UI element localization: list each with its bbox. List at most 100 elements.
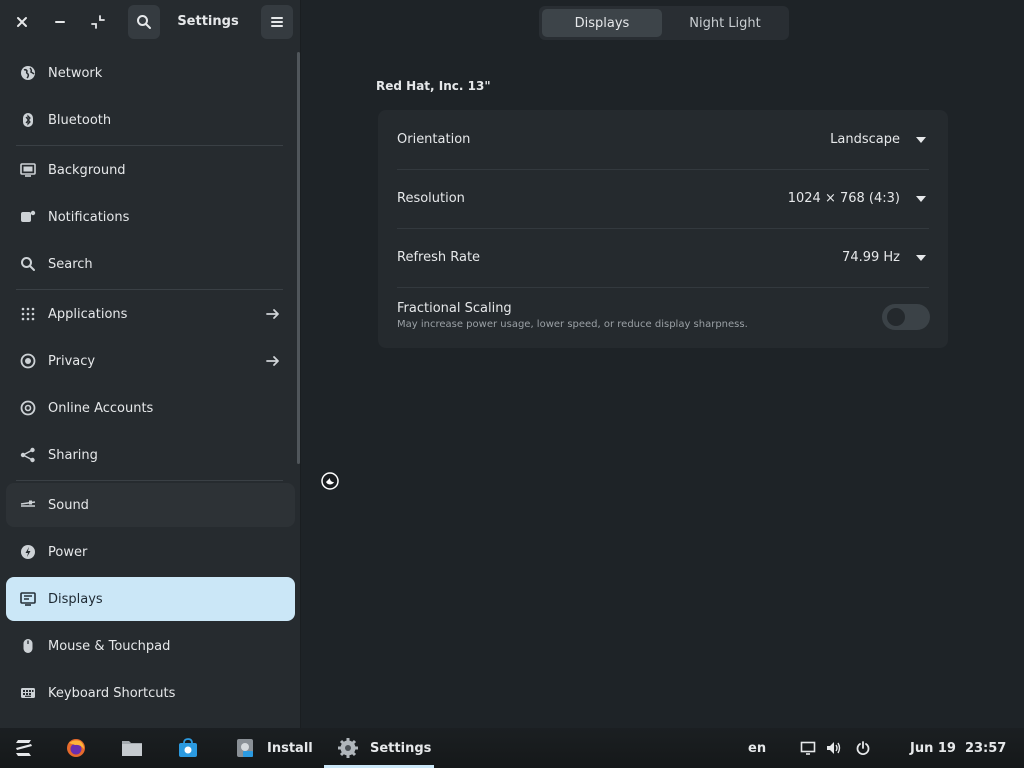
tab-displays[interactable]: Displays [542, 9, 662, 37]
fractional-scaling-toggle[interactable] [882, 304, 930, 330]
sidebar-title: Settings [177, 14, 239, 29]
sidebar-scrollbar[interactable] [297, 52, 300, 464]
resolution-value[interactable]: 1024 × 768 (4:3) [788, 191, 900, 206]
sidebar-item-bluetooth[interactable]: Bluetooth [6, 98, 295, 142]
applications-grid-icon [18, 304, 38, 324]
sidebar-item-displays[interactable]: Displays [6, 577, 295, 621]
refresh-rate-row[interactable]: Refresh Rate 74.99 Hz [378, 228, 948, 287]
settings-label: Settings [370, 740, 432, 756]
keyboard-layout-indicator[interactable]: en [748, 728, 766, 768]
sidebar-item-label: Mouse & Touchpad [48, 638, 171, 654]
background-icon [18, 160, 38, 180]
zorin-menu-button[interactable] [12, 728, 36, 768]
power-icon [18, 542, 38, 562]
installer-icon [233, 736, 257, 760]
privacy-icon [18, 351, 38, 371]
network-globe-icon [18, 63, 38, 83]
refresh-rate-value[interactable]: 74.99 Hz [842, 250, 900, 265]
fractional-scaling-row: Fractional Scaling May increase power us… [378, 287, 948, 348]
sharing-icon [18, 445, 38, 465]
files-icon [120, 736, 144, 760]
resolution-label: Resolution [397, 191, 465, 206]
power-tray-button[interactable] [851, 728, 875, 768]
sidebar-item-label: Background [48, 162, 126, 178]
fractional-scaling-label: Fractional Scaling [397, 301, 512, 316]
tab-night-light[interactable]: Night Light [664, 9, 786, 37]
bluetooth-icon [18, 110, 38, 130]
display-tray-button[interactable] [796, 728, 820, 768]
sidebar-item-label: Bluetooth [48, 112, 112, 128]
sidebar-item-mouse-touchpad[interactable]: Mouse & Touchpad [6, 624, 295, 668]
displays-icon [18, 589, 38, 609]
minimize-icon [55, 21, 65, 23]
screen-icon [796, 736, 820, 760]
sidebar-item-label: Displays [48, 591, 103, 607]
clock-date: Jun 19 [910, 740, 956, 756]
sidebar: Settings Network Bluetooth Background No… [0, 0, 301, 728]
search-icon [18, 254, 38, 274]
sidebar-item-label: Search [48, 256, 93, 272]
sound-icon [18, 495, 38, 515]
keyboard-icon [18, 683, 38, 703]
sidebar-item-keyboard-shortcuts[interactable]: Keyboard Shortcuts [6, 671, 295, 715]
search-button[interactable] [128, 5, 160, 39]
sidebar-divider [16, 289, 283, 290]
sidebar-item-label: Sound [48, 497, 89, 513]
toggle-knob [887, 308, 905, 326]
menu-button[interactable] [261, 5, 293, 39]
mouse-icon [18, 636, 38, 656]
zorin-menu-icon [12, 736, 36, 760]
install-label: Install [267, 740, 313, 756]
sidebar-item-label: Notifications [48, 209, 130, 225]
sidebar-item-background[interactable]: Background [6, 148, 295, 192]
sidebar-item-label: Online Accounts [48, 400, 154, 416]
monitor-name: Red Hat, Inc. 13" [376, 79, 491, 93]
orientation-label: Orientation [397, 132, 471, 147]
sidebar-divider [16, 480, 283, 481]
sidebar-item-power[interactable]: Power [6, 530, 295, 574]
displays-panel: Displays Night Light Red Hat, Inc. 13" O… [302, 0, 1024, 728]
clock[interactable]: Jun 19 23:57 [910, 728, 1006, 768]
firefox-launcher[interactable] [64, 728, 88, 768]
software-store-launcher[interactable] [176, 728, 200, 768]
notifications-icon [18, 207, 38, 227]
volume-tray-button[interactable] [822, 728, 846, 768]
resolution-row[interactable]: Resolution 1024 × 768 (4:3) [378, 169, 948, 228]
sidebar-item-label: Privacy [48, 353, 96, 369]
software-store-icon [176, 736, 200, 760]
sidebar-item-notifications[interactable]: Notifications [6, 195, 295, 239]
sidebar-item-online-accounts[interactable]: Online Accounts [6, 386, 295, 430]
restore-button[interactable] [82, 5, 114, 39]
power-off-icon [851, 736, 875, 760]
clock-time: 23:57 [964, 740, 1007, 756]
orientation-row[interactable]: Orientation Landscape [378, 110, 948, 169]
sidebar-item-label: Keyboard Shortcuts [48, 685, 176, 701]
arrow-right-icon [266, 356, 279, 366]
sidebar-item-search[interactable]: Search [6, 242, 295, 286]
display-settings-card: Orientation Landscape Resolution 1024 × … [378, 110, 948, 348]
dropdown-caret-icon[interactable] [916, 196, 926, 202]
sidebar-header: Settings [0, 0, 301, 46]
orientation-value[interactable]: Landscape [830, 132, 900, 147]
sidebar-item-network[interactable]: Network [6, 51, 295, 95]
fractional-scaling-description: May increase power usage, lower speed, o… [397, 319, 748, 330]
settings-taskbar-app[interactable]: Settings [336, 728, 431, 768]
sidebar-item-sound[interactable]: Sound [6, 483, 295, 527]
busy-cursor-icon [321, 472, 339, 490]
install-taskbar-app[interactable]: Install [233, 728, 313, 768]
arrow-right-icon [266, 309, 279, 319]
files-launcher[interactable] [120, 728, 144, 768]
sidebar-item-privacy[interactable]: Privacy [6, 339, 295, 383]
dropdown-caret-icon[interactable] [916, 137, 926, 143]
taskbar: Install Settings en Jun 19 23:57 [0, 728, 1024, 768]
minimize-button[interactable] [44, 5, 76, 39]
online-accounts-icon [18, 398, 38, 418]
settings-gear-icon [336, 736, 360, 760]
hamburger-menu-icon [271, 17, 283, 27]
search-icon [137, 15, 151, 29]
close-button[interactable] [6, 5, 38, 39]
dropdown-caret-icon[interactable] [916, 255, 926, 261]
view-switcher: Displays Night Light [539, 6, 789, 40]
sidebar-item-applications[interactable]: Applications [6, 292, 295, 336]
sidebar-item-sharing[interactable]: Sharing [6, 433, 295, 477]
